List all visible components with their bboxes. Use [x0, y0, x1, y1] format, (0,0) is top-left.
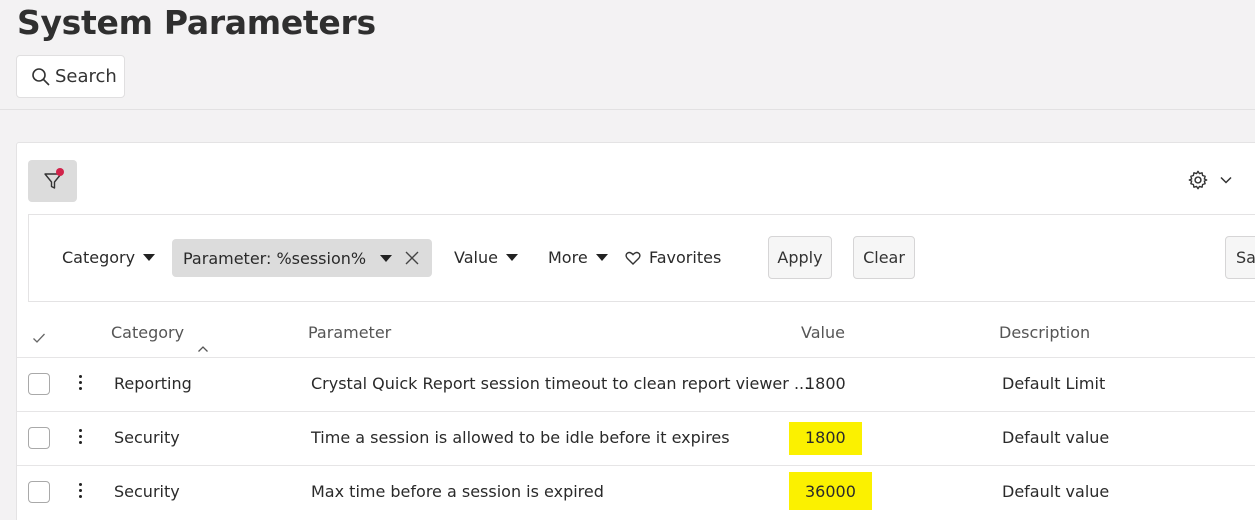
active-filter-indicator: [56, 168, 64, 176]
cell-parameter: Time a session is allowed to be idle bef…: [311, 428, 730, 447]
row-checkbox[interactable]: [28, 481, 50, 503]
cell-category: Reporting: [114, 374, 192, 393]
kebab-icon[interactable]: [79, 429, 83, 444]
caret-down-icon: [143, 254, 156, 261]
view-settings-button[interactable]: [1187, 169, 1233, 191]
cell-value: 1800: [805, 374, 846, 393]
caret-down-icon: [505, 254, 518, 261]
cell-description: Default Limit: [1002, 374, 1106, 393]
table-row[interactable]: Security Time a session is allowed to be…: [17, 411, 1255, 465]
kebab-icon[interactable]: [79, 483, 83, 498]
apply-button[interactable]: Apply: [768, 236, 832, 279]
cell-category: Security: [114, 428, 180, 447]
gear-icon: [1188, 170, 1208, 190]
cell-category: Security: [114, 482, 180, 501]
save-button[interactable]: Sav: [1225, 236, 1255, 279]
kebab-icon[interactable]: [79, 375, 83, 390]
favorites-button[interactable]: Favorites: [625, 248, 721, 267]
cell-description: Default value: [1002, 428, 1110, 447]
save-label: Sav: [1236, 248, 1255, 267]
close-icon[interactable]: [404, 250, 420, 266]
more-filter-label: More: [548, 248, 588, 267]
more-filter-dropdown[interactable]: More: [548, 248, 608, 267]
parameter-filter-chip[interactable]: Parameter: %session%: [172, 239, 432, 277]
heart-icon: [625, 251, 641, 265]
cell-value-highlighted: 36000: [789, 472, 872, 510]
search-button[interactable]: Search: [16, 55, 125, 98]
search-icon: [32, 67, 50, 86]
chevron-down-icon: [1220, 176, 1232, 184]
filter-bar: Category Parameter: %session% Value More…: [28, 214, 1255, 302]
cell-description: Default value: [1002, 482, 1110, 501]
parameter-filter-label: Parameter: %session%: [183, 248, 367, 268]
header-divider: [0, 109, 1255, 110]
caret-down-icon: [595, 254, 608, 261]
checkmark-icon[interactable]: [32, 332, 46, 344]
column-header-category[interactable]: Category: [111, 323, 184, 342]
category-filter-dropdown[interactable]: Category: [62, 248, 156, 267]
search-label: Search: [55, 66, 117, 87]
cell-parameter: Crystal Quick Report session timeout to …: [311, 374, 810, 393]
row-checkbox[interactable]: [28, 427, 50, 449]
table-row[interactable]: Security Max time before a session is ex…: [17, 465, 1255, 519]
value-filter-dropdown[interactable]: Value: [454, 248, 518, 267]
cell-value-highlighted: 1800: [789, 422, 862, 455]
column-header-value[interactable]: Value: [801, 323, 845, 342]
results-panel: Category Parameter: %session% Value More…: [16, 142, 1255, 520]
row-checkbox[interactable]: [28, 373, 50, 395]
cell-parameter: Max time before a session is expired: [311, 482, 604, 501]
caret-down-icon[interactable]: [380, 254, 393, 262]
table-row[interactable]: Reporting Crystal Quick Report session t…: [17, 357, 1255, 411]
clear-button[interactable]: Clear: [853, 236, 915, 279]
column-header-description[interactable]: Description: [999, 323, 1090, 342]
column-header-parameter[interactable]: Parameter: [308, 323, 391, 342]
sort-up-icon[interactable]: [197, 345, 209, 353]
value-filter-label: Value: [454, 248, 498, 267]
apply-label: Apply: [777, 248, 823, 267]
category-filter-label: Category: [62, 248, 136, 267]
filter-toggle-button[interactable]: [28, 160, 77, 202]
page-title: System Parameters: [17, 3, 376, 42]
clear-label: Clear: [863, 248, 905, 267]
favorites-label: Favorites: [649, 248, 722, 267]
